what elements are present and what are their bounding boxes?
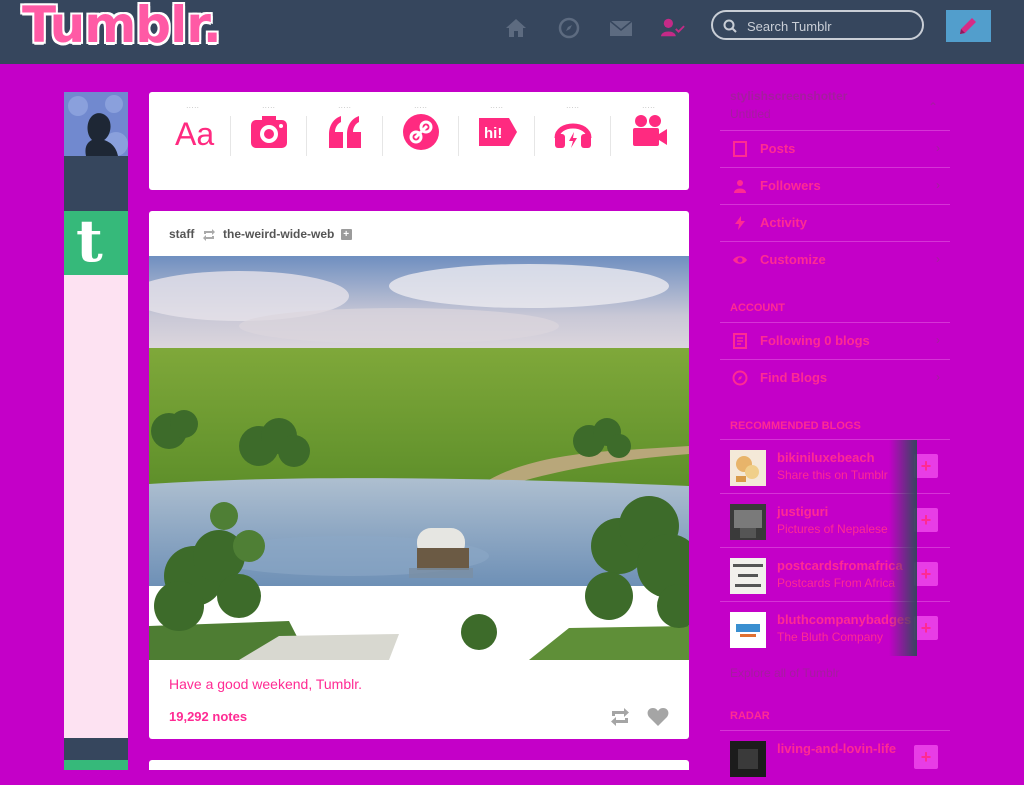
- post-card: staff the-weird-wide-web + Have a good w…: [149, 211, 689, 739]
- chevron-right-icon: ›: [936, 333, 940, 347]
- sidebar-blog-subtitle: Untitled: [730, 107, 771, 121]
- top-header: Tumblr.: [0, 0, 1024, 64]
- compass-icon[interactable]: [557, 16, 581, 40]
- recommended-blog-desc: Share this on Tumblr: [777, 468, 888, 482]
- eye-icon: [733, 256, 747, 264]
- post-header: staff the-weird-wide-web +: [169, 227, 352, 241]
- sidebar-item-label: Followers: [760, 178, 821, 193]
- post-type-video[interactable]: .....: [611, 104, 687, 162]
- tumblr-t-icon: t: [76, 207, 103, 275]
- explore-tumblr-link[interactable]: Explore all of Tumblr: [730, 666, 839, 680]
- next-post-avatar[interactable]: [64, 760, 128, 770]
- svg-text:Aa: Aa: [175, 116, 214, 152]
- post-notes-count[interactable]: 19,292 notes: [169, 709, 247, 724]
- recommended-blog-name[interactable]: justiguri: [777, 504, 828, 519]
- reblog-source-link[interactable]: the-weird-wide-web: [223, 227, 334, 241]
- reblog-small-icon: [202, 228, 215, 241]
- blog-thumbnail: [730, 558, 766, 594]
- chevron-right-icon: ›: [936, 252, 940, 266]
- chevron-right-icon: ›: [936, 178, 940, 192]
- home-icon[interactable]: [504, 16, 528, 40]
- svg-text:hi!: hi!: [484, 125, 502, 142]
- search-icon: [723, 19, 737, 33]
- sidebar-item-customize[interactable]: Customize ›: [720, 241, 950, 279]
- sidebar-item-label: Find Blogs: [760, 370, 828, 385]
- posts-icon: [733, 141, 747, 157]
- sidebar-item-label: Posts: [760, 141, 796, 156]
- sidebar-item-followers[interactable]: Followers ›: [720, 167, 950, 205]
- search-input[interactable]: [745, 15, 919, 37]
- avatar-spacer: [64, 275, 128, 738]
- sidebar-item-label: Customize: [760, 252, 826, 267]
- chevron-right-icon: ›: [936, 141, 940, 155]
- activity-icon: [735, 216, 745, 230]
- chevron-right-icon: ›: [936, 370, 940, 384]
- blog-thumbnail: [730, 504, 766, 540]
- post-type-link[interactable]: .....: [383, 104, 459, 162]
- follow-button[interactable]: +: [914, 745, 938, 769]
- radar-post[interactable]: living-and-lovin-life +: [720, 730, 950, 785]
- reblog-icon[interactable]: [609, 708, 631, 726]
- chat-icon: hi!: [479, 118, 517, 146]
- sidebar-blog-name[interactable]: stylishscreenshotter: [730, 89, 847, 103]
- recommended-blog-name[interactable]: postcardsfromafrica: [777, 558, 903, 573]
- recommended-blog-desc: Pictures of Nepalese: [777, 522, 888, 536]
- post-type-photo[interactable]: .....: [231, 104, 307, 162]
- post-caption: Have a good weekend, Tumblr.: [169, 676, 363, 692]
- follow-button[interactable]: +: [914, 454, 938, 478]
- account-icon[interactable]: [661, 16, 685, 40]
- user-avatar[interactable]: [64, 92, 128, 156]
- search-box[interactable]: [711, 10, 924, 40]
- staff-avatar[interactable]: t: [64, 207, 128, 275]
- post-actions: [609, 707, 669, 729]
- radar-thumbnail: [730, 741, 766, 777]
- text-icon: Aa: [175, 116, 214, 152]
- post-type-audio[interactable]: .....: [535, 104, 611, 162]
- follow-button[interactable]: +: [914, 562, 938, 586]
- pencil-icon: [960, 18, 976, 34]
- tumblr-logo[interactable]: Tumblr.: [22, 0, 222, 54]
- follow-button[interactable]: +: [914, 616, 938, 640]
- sidebar-item-posts[interactable]: Posts ›: [720, 130, 950, 168]
- blog-thumbnail: [730, 612, 766, 648]
- video-camera-icon: [633, 115, 667, 146]
- recommended-blog-desc: Postcards From Africa: [777, 576, 896, 590]
- follow-button[interactable]: +: [914, 508, 938, 532]
- post-image[interactable]: [149, 256, 689, 660]
- sidebar-section-radar: RADAR: [730, 710, 770, 722]
- find-icon: [732, 370, 748, 386]
- blog-thumbnail: [730, 450, 766, 486]
- recommended-blog-name[interactable]: bikiniluxebeach: [777, 450, 875, 465]
- sidebar-item-find-blogs[interactable]: Find Blogs ›: [720, 359, 950, 397]
- post-author-link[interactable]: staff: [169, 227, 194, 241]
- heart-icon[interactable]: [647, 707, 669, 727]
- radar-blog-name[interactable]: living-and-lovin-life: [777, 741, 896, 756]
- post-type-text[interactable]: ..... Aa: [155, 104, 231, 162]
- mail-icon[interactable]: [609, 16, 633, 40]
- post-type-bar: ..... Aa ..... ..... ..... ..... hi! ...…: [149, 92, 689, 190]
- sidebar-overlay-shadow: [889, 440, 917, 656]
- link-icon: [403, 114, 439, 150]
- silhouette-icon: [64, 92, 128, 156]
- sidebar-section-account: ACCOUNT: [730, 302, 785, 314]
- sidebar-section-recommended: RECOMMENDED BLOGS: [730, 420, 861, 432]
- landscape-river-image: [149, 256, 689, 660]
- recommended-blog-desc: The Bluth Company: [777, 630, 884, 644]
- sidebar-item-label: Following 0 blogs: [760, 333, 870, 348]
- camera-icon: [251, 116, 287, 148]
- followers-icon: [734, 180, 746, 193]
- follow-source-button[interactable]: +: [340, 229, 352, 241]
- following-icon: [733, 333, 747, 349]
- post-type-quote[interactable]: .....: [307, 104, 383, 162]
- quote-icon: [329, 116, 361, 148]
- next-post-card: [149, 760, 689, 770]
- post-type-chat[interactable]: ..... hi!: [459, 104, 535, 162]
- headphones-icon: [554, 123, 592, 148]
- sidebar-item-following[interactable]: Following 0 blogs ›: [720, 322, 950, 360]
- sidebar-item-label: Activity: [760, 215, 807, 230]
- compose-button[interactable]: [946, 10, 991, 42]
- sidebar-item-activity[interactable]: Activity: [720, 204, 950, 242]
- collapse-chevron-icon[interactable]: ⌃: [928, 100, 938, 114]
